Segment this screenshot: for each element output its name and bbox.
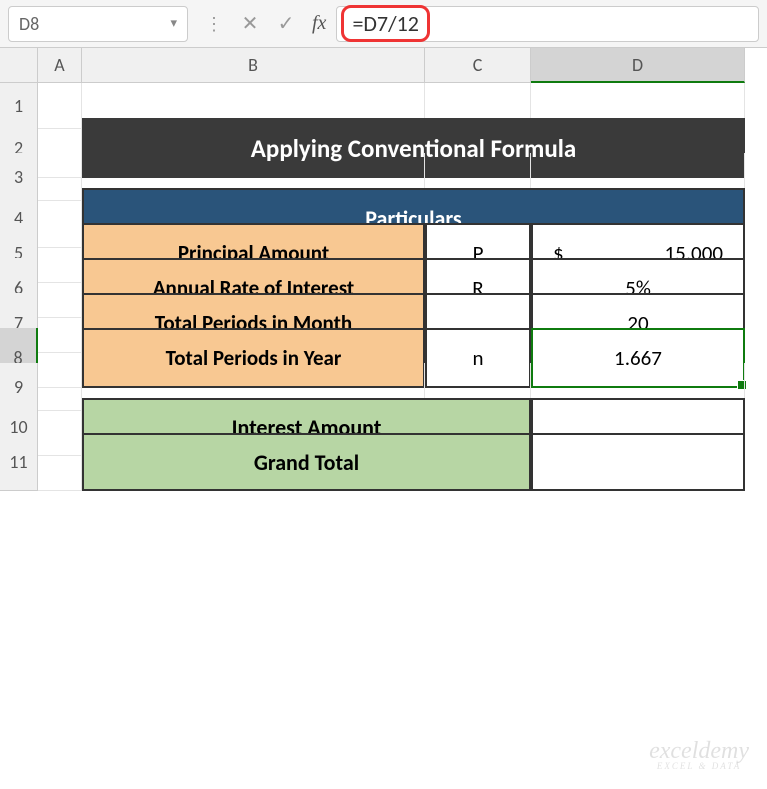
name-box[interactable]: D8 ▾ bbox=[8, 6, 188, 42]
name-box-value: D8 bbox=[19, 13, 39, 35]
watermark: exceldemy EXCEL & DATA bbox=[649, 738, 749, 771]
col-head-b[interactable]: B bbox=[82, 48, 425, 83]
formula-value: =D7/12 bbox=[341, 5, 429, 42]
cancel-icon[interactable]: ✕ bbox=[234, 8, 266, 40]
row-head-11[interactable]: 11 bbox=[0, 433, 38, 491]
val-total[interactable] bbox=[531, 433, 745, 491]
accept-icon[interactable]: ✓ bbox=[270, 8, 302, 40]
formula-bar: D8 ▾ ⋮ ✕ ✓ fx =D7/12 bbox=[0, 0, 767, 48]
cell-a11[interactable] bbox=[38, 433, 82, 491]
fx-icon[interactable]: fx bbox=[312, 12, 326, 35]
spreadsheet-grid: A B C D 1 2 Applying Conventional Formul… bbox=[0, 48, 767, 468]
col-head-d[interactable]: D bbox=[531, 48, 745, 83]
separator-icon: ⋮ bbox=[198, 8, 230, 40]
formula-input[interactable]: =D7/12 bbox=[336, 6, 759, 42]
label-total[interactable]: Grand Total bbox=[82, 433, 531, 491]
col-head-c[interactable]: C bbox=[425, 48, 531, 83]
select-all-corner[interactable] bbox=[0, 48, 38, 83]
chevron-down-icon[interactable]: ▾ bbox=[170, 16, 177, 31]
col-head-a[interactable]: A bbox=[38, 48, 82, 83]
